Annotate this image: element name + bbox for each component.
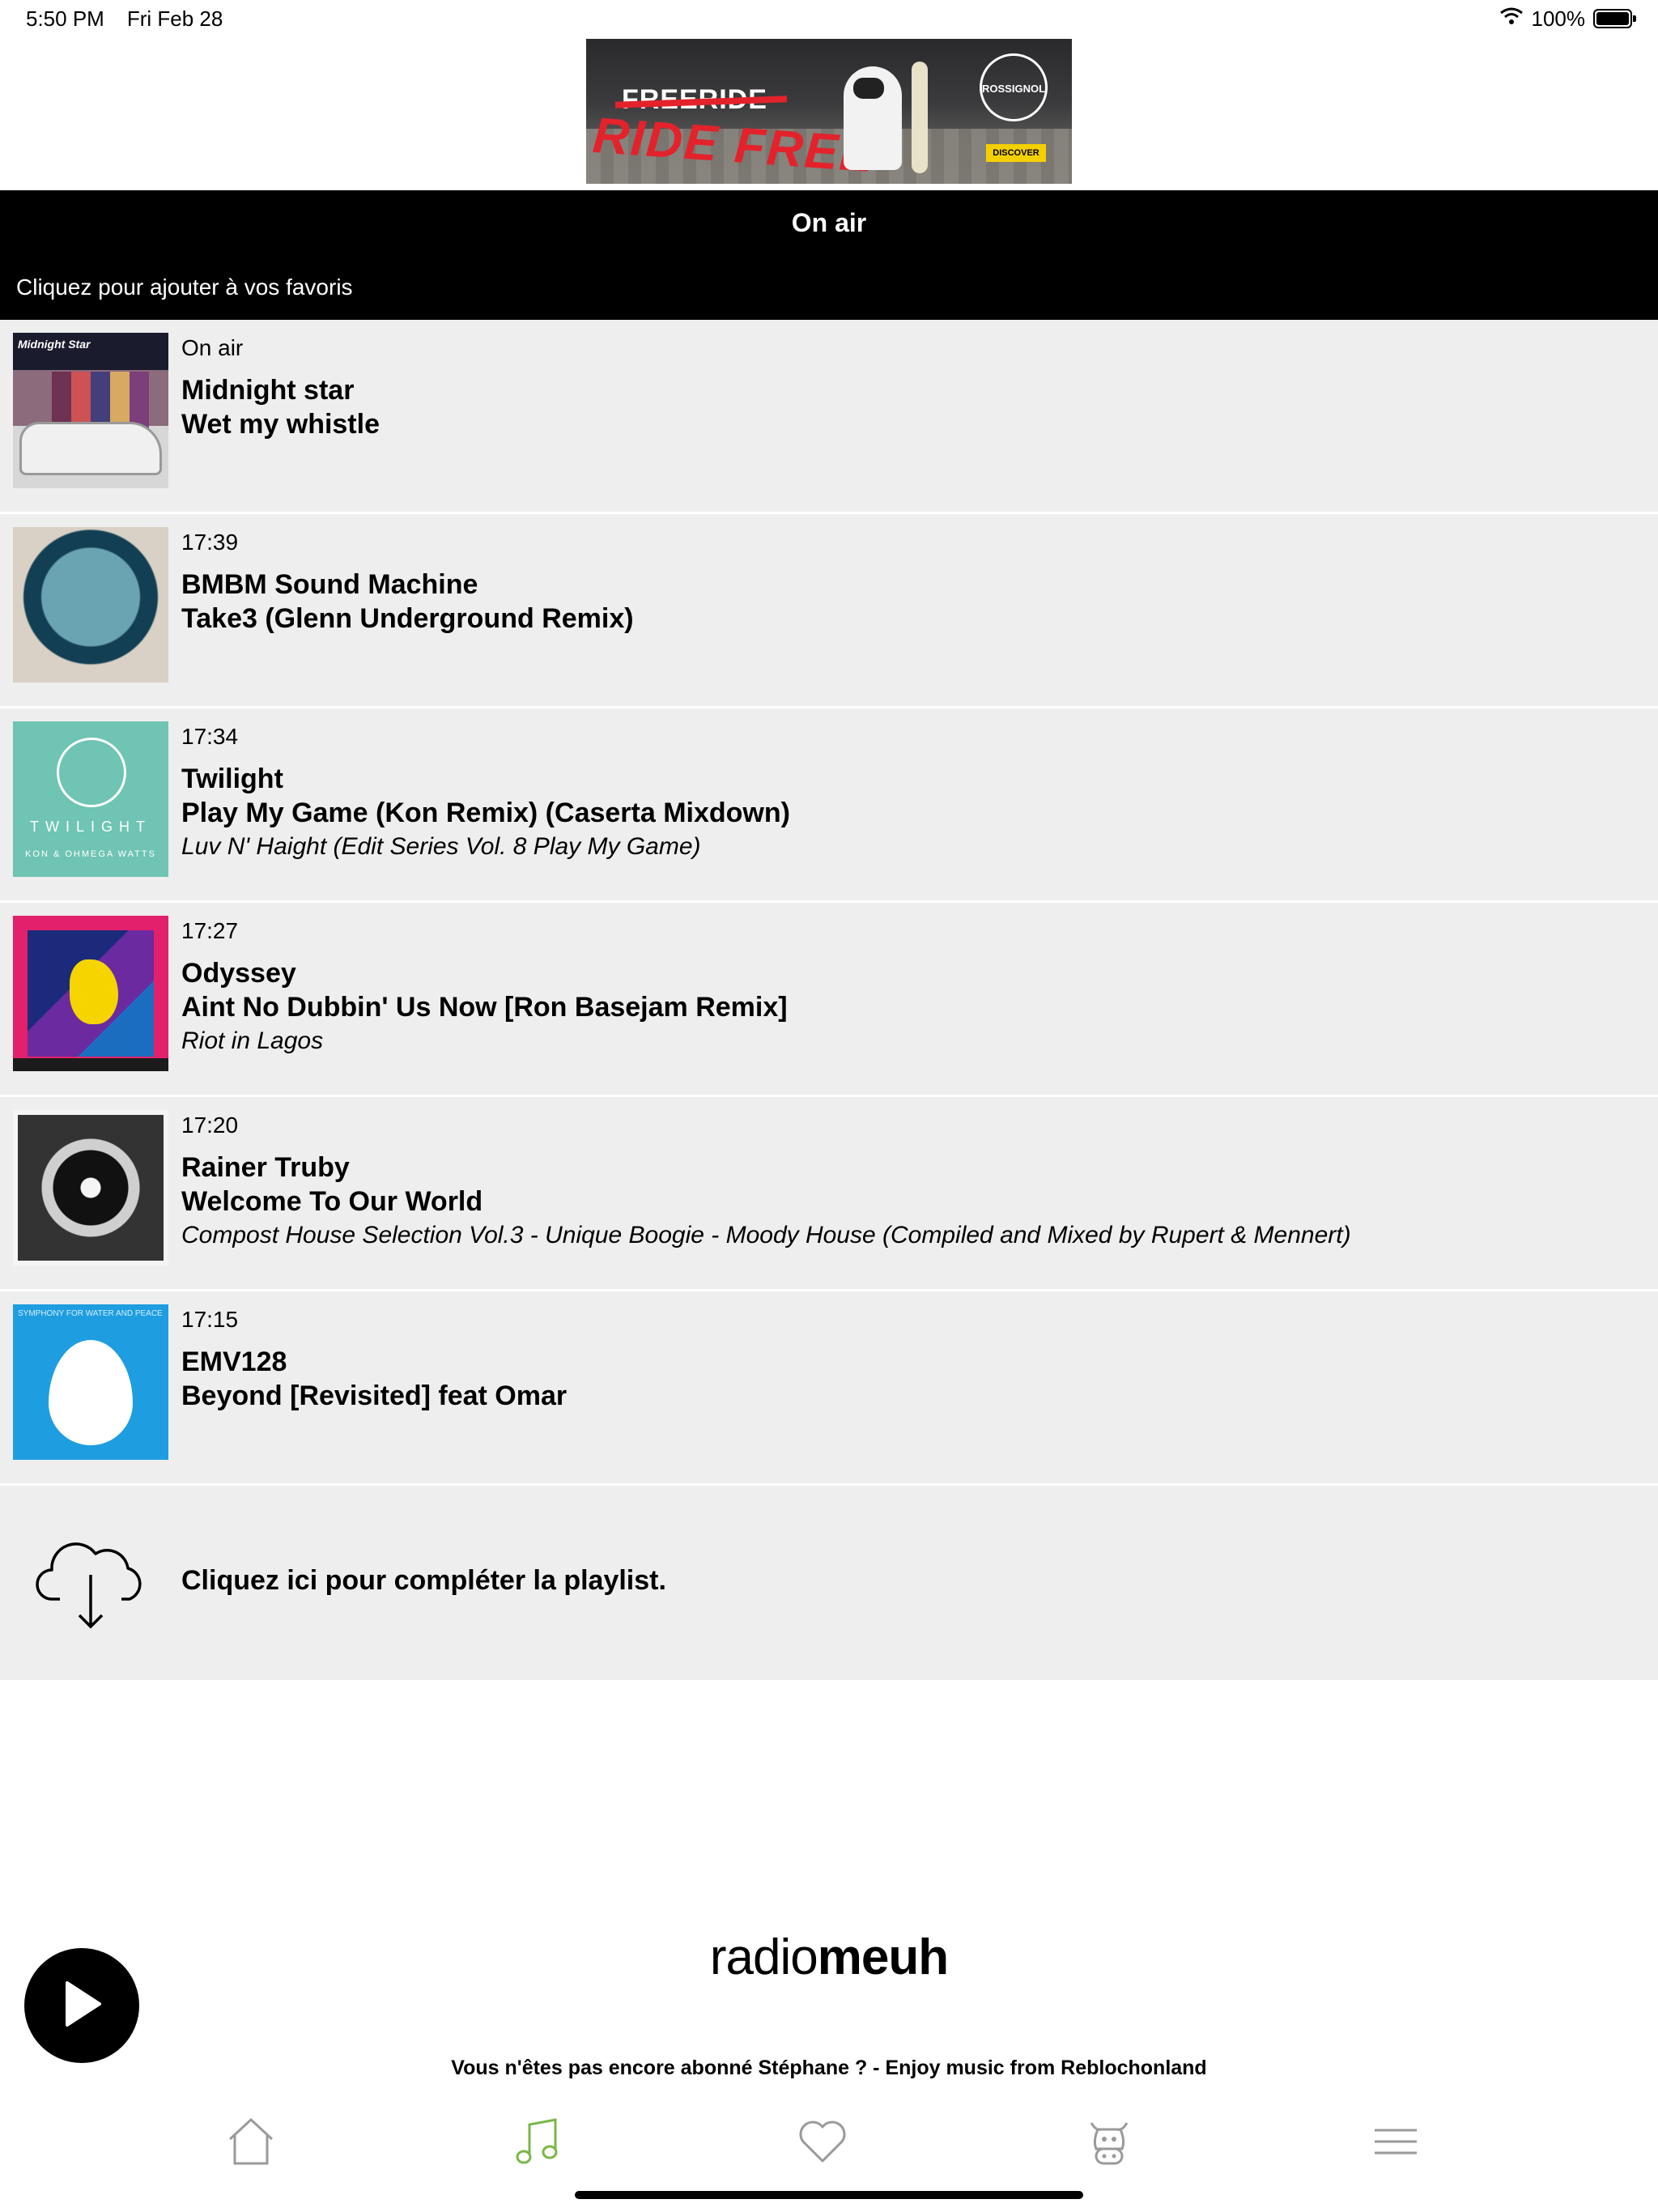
tab-favorites[interactable] [790,2115,855,2172]
cover-art-drop [49,1340,133,1445]
track-album: Compost House Selection Vol.3 - Unique B… [181,1222,1351,1249]
playlist: Midnight Star On air Midnight star Wet m… [0,320,1658,1680]
play-icon [59,1980,104,2032]
logo-part-radio: radio [709,1929,818,1985]
ad-astronaut-visor [853,78,884,99]
tab-community[interactable] [1077,2115,1141,2172]
track-title: Play My Game (Kon Remix) (Caserta Mixdow… [181,798,790,828]
cover-art-badge [57,738,126,807]
music-note-icon [513,2116,562,2171]
track-title: Take3 (Glenn Underground Remix) [181,603,634,634]
tab-playlist[interactable] [505,2115,570,2172]
album-cover [13,527,168,683]
track-title: Aint No Dubbin' Us Now [Ron Basejam Remi… [181,992,788,1023]
cow-icon [1085,2116,1133,2171]
ad-discover-button[interactable]: DISCOVER [986,144,1046,162]
wifi-icon [1499,6,1524,32]
menu-icon [1373,2125,1418,2162]
cloud-download-icon [36,1539,146,1634]
track-title: Wet my whistle [181,409,380,440]
status-bar: 5:50 PM Fri Feb 28 100% [0,0,1658,37]
radiomeuh-logo: radiomeuh [0,1929,1658,1986]
load-more-label: Cliquez ici pour compléter la playlist. [181,1565,666,1596]
track-artist: Odyssey [181,958,296,989]
cover-art-title: TWILIGHT [30,819,151,835]
track-row[interactable]: SYMPHONY FOR WATER AND PEACE 17:15 EMV12… [0,1291,1658,1486]
track-artist: Midnight star [181,375,355,406]
page-subtitle: Cliquez pour ajouter à vos favoris [16,274,353,300]
home-icon [227,2116,275,2171]
track-title: Welcome To Our World [181,1186,483,1217]
track-time: 17:15 [181,1307,239,1332]
cover-art-subtitle: KON & OHMEGA WATTS [25,849,156,859]
track-artist: Rainer Truby [181,1152,350,1183]
ad-ski [912,62,928,173]
cover-art-car [19,422,162,475]
play-button[interactable] [24,1948,139,2063]
cover-art-record [18,1115,164,1261]
home-indicator[interactable] [575,2191,1083,2199]
battery-icon [1593,9,1636,28]
album-cover [13,1110,168,1266]
album-cover: SYMPHONY FOR WATER AND PEACE [13,1304,168,1460]
track-row[interactable]: Midnight Star On air Midnight star Wet m… [0,320,1658,514]
cover-art-people [52,372,149,428]
on-air-header: On air Cliquez pour ajouter à vos favori… [0,190,1658,320]
track-time: 17:34 [181,724,239,749]
subscription-promo[interactable]: Vous n'êtes pas encore abonné Stéphane ?… [0,2057,1658,2080]
load-more-button[interactable]: Cliquez ici pour compléter la playlist. [0,1486,1658,1680]
track-album: Riot in Lagos [181,1027,324,1054]
track-row[interactable]: 17:20 Rainer Truby Welcome To Our World … [0,1097,1658,1291]
track-time: On air [181,335,244,360]
cover-art-logo: Midnight Star [18,338,91,351]
track-time: 17:39 [181,530,239,555]
ad-brand-logo: ROSSIGNOL [980,53,1048,121]
album-cover [13,916,168,1071]
album-cover: TWILIGHT KON & OHMEGA WATTS [13,721,168,877]
logo-part-meuh: meuh [817,1929,949,1985]
page-title: On air [791,208,867,237]
tab-menu[interactable] [1363,2115,1428,2172]
track-row[interactable]: 17:39 BMBM Sound Machine Take3 (Glenn Un… [0,514,1658,708]
track-album: Luv N' Haight (Edit Series Vol. 8 Play M… [181,833,701,860]
status-date: Fri Feb 28 [126,6,223,31]
track-row[interactable]: TWILIGHT KON & OHMEGA WATTS 17:34 Twilig… [0,708,1658,903]
battery-percent: 100% [1531,6,1586,31]
ad-banner[interactable]: FREERIDE RIDE FREE ROSSIGNOL DISCOVER [586,39,1072,184]
heart-icon [797,2119,848,2168]
cover-art-text: SYMPHONY FOR WATER AND PEACE [18,1309,163,1318]
track-title: Beyond [Revisited] feat Omar [181,1380,568,1411]
album-cover: Midnight Star [13,333,168,488]
track-artist: EMV128 [181,1346,287,1377]
track-time: 17:20 [181,1112,239,1138]
status-time: 5:50 PM [26,6,104,31]
cover-art-strip [13,1058,168,1071]
track-artist: BMBM Sound Machine [181,569,478,600]
track-artist: Twilight [181,764,283,794]
tab-bar [0,2105,1658,2178]
tab-home[interactable] [219,2115,283,2172]
track-time: 17:27 [181,918,239,943]
track-row[interactable]: 17:27 Odyssey Aint No Dubbin' Us Now [Ro… [0,903,1658,1097]
